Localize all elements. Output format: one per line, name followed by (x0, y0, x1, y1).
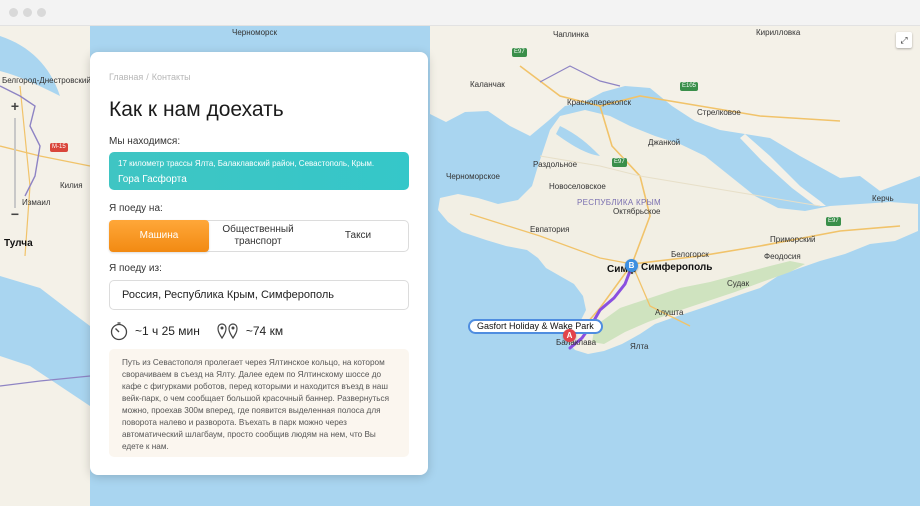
map-place-label: Белгород-Днестровский (2, 76, 91, 85)
map-place-label: Алушта (655, 308, 684, 317)
map-place-label: Керчь (872, 194, 894, 203)
marker-b-icon[interactable]: B (625, 259, 638, 272)
breadcrumb-home-link[interactable]: Главная (109, 72, 143, 82)
map-place-label: Евпатория (530, 225, 570, 234)
travel-mode-label: Я поеду на: (109, 203, 163, 214)
map-place-label: Октябрьское (613, 207, 661, 216)
route-description: Путь из Севастополя пролегает через Ялти… (109, 349, 409, 457)
duration-value: ~1 ч 25 мин (135, 324, 200, 338)
travel-mode-tabs: Машина Общественный транспорт Такси (109, 220, 409, 252)
map-place-label: Джанкой (648, 138, 681, 147)
map-place-label: Чаплинка (553, 30, 589, 39)
origin-input[interactable]: Россия, Республика Крым, Симферополь (109, 280, 409, 310)
zoom-control: + − (6, 98, 24, 228)
map-place-label: Балаклава (556, 338, 597, 347)
road-shield: E97 (826, 217, 841, 226)
map-place-label: Новоселовское (549, 182, 606, 191)
window-dot (37, 8, 46, 17)
map-place-label: Тулча (4, 238, 33, 249)
zoom-in-button[interactable]: + (6, 98, 24, 116)
distance-value: ~74 км (245, 324, 284, 338)
marker-a-icon[interactable]: A (563, 329, 576, 342)
breadcrumb-separator: / (146, 72, 149, 82)
directions-card: Главная / Контакты Как к нам доехать Мы на… (90, 52, 428, 475)
zoom-out-button[interactable]: − (6, 206, 24, 224)
map-place-label: Черноморск (232, 28, 277, 37)
distance-stat: ~74 км (216, 321, 283, 341)
zoom-slider-track[interactable] (14, 118, 16, 208)
address-line: 17 километр трассы Ялта, Балаклавский ра… (118, 159, 375, 168)
map-place-label: Черноморское (446, 172, 500, 181)
map-place-label: Раздольное (533, 160, 578, 169)
map-place-label: Стрелковое (697, 108, 741, 117)
tab-car[interactable]: Машина (109, 220, 209, 252)
breadcrumb-current: Контакты (151, 72, 191, 82)
address-box: 17 километр трассы Ялта, Балаклавский ра… (109, 152, 409, 190)
tab-public-transport[interactable]: Общественный транспорт (208, 221, 308, 251)
map-place-label: Судак (727, 279, 750, 288)
fullscreen-icon[interactable]: ⤢ (896, 32, 912, 48)
address-place: Гора Гасфорта (118, 174, 187, 185)
map-place-label: Каланчак (470, 80, 505, 89)
browser-chrome (0, 0, 920, 26)
map-region-label: РЕСПУБЛИКА КРЫМ (577, 198, 661, 207)
road-shield: М-15 (50, 143, 68, 152)
route-stats: ~1 ч 25 мин ~74 км (109, 320, 299, 342)
map-place-label: Килия (60, 181, 83, 190)
map-place-label: Красноперекопск (567, 98, 631, 107)
road-shield: E105 (680, 82, 699, 91)
map-place-label: Кирилловка (756, 28, 801, 37)
map-place-label: Белогорск (671, 250, 709, 259)
window-dot (9, 8, 18, 17)
map-place-label: Ялта (630, 342, 649, 351)
location-label: Мы находимся: (109, 136, 181, 147)
window-dot (23, 8, 32, 17)
route-pins-icon (217, 323, 238, 340)
road-shield: E97 (512, 48, 527, 57)
route-description-text: Путь из Севастополя пролегает через Ялти… (122, 358, 390, 451)
breadcrumb: Главная / Контакты (109, 72, 191, 82)
map-place-label: Приморский (770, 235, 816, 244)
timer-icon (110, 322, 128, 341)
page-title: Как к нам доехать (109, 98, 284, 121)
origin-label: Я поеду из: (109, 263, 162, 274)
map-place-label: Измаил (22, 198, 51, 207)
road-shield: E97 (612, 158, 627, 167)
map-place-label: Феодосия (764, 252, 801, 261)
tab-taxi[interactable]: Такси (308, 221, 408, 251)
duration-stat: ~1 ч 25 мин (109, 321, 200, 341)
destination-label[interactable]: Gasfort Holiday & Wake Park (468, 319, 603, 334)
map-city-label: Симферополь (641, 262, 713, 273)
